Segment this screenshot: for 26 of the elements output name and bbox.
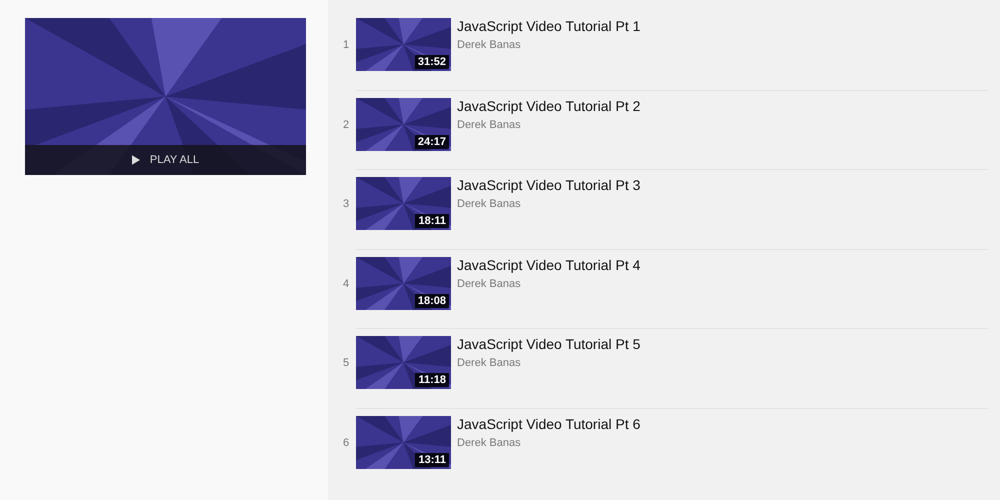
video-index: 2 <box>342 118 350 130</box>
video-title[interactable]: JavaScript Video Tutorial Pt 2 <box>457 98 640 114</box>
video-title[interactable]: JavaScript Video Tutorial Pt 1 <box>457 18 640 35</box>
video-index: 5 <box>342 357 350 369</box>
video-duration: 31:52 <box>414 55 449 69</box>
video-duration: 24:17 <box>414 134 449 148</box>
video-index: 6 <box>342 436 350 448</box>
video-title[interactable]: JavaScript Video Tutorial Pt 6 <box>457 416 640 432</box>
video-duration: 13:11 <box>415 452 449 466</box>
video-duration: 18:11 <box>415 214 449 228</box>
video-title[interactable]: JavaScript Video Tutorial Pt 4 <box>457 256 640 274</box>
channel-name: Derek Banas <box>457 436 522 448</box>
channel-name: Derek Banas <box>457 39 522 51</box>
channel-name: Derek Banas <box>457 278 522 290</box>
video-title[interactable]: JavaScript Video Tutorial Pt 3 <box>457 177 640 194</box>
play-icon <box>132 155 140 165</box>
play-all-button[interactable]: PLAY ALL <box>25 145 306 175</box>
video-duration: 11:18 <box>415 373 449 387</box>
video-index: 4 <box>342 278 350 290</box>
video-index: 3 <box>342 198 350 210</box>
video-title[interactable]: JavaScript Video Tutorial Pt 5 <box>457 336 640 353</box>
channel-name: Derek Banas <box>457 198 522 210</box>
channel-name: Derek Banas <box>457 357 522 369</box>
channel-name: Derek Banas <box>457 118 522 130</box>
video-duration: 18:08 <box>414 294 449 308</box>
video-index: 1 <box>342 39 350 51</box>
